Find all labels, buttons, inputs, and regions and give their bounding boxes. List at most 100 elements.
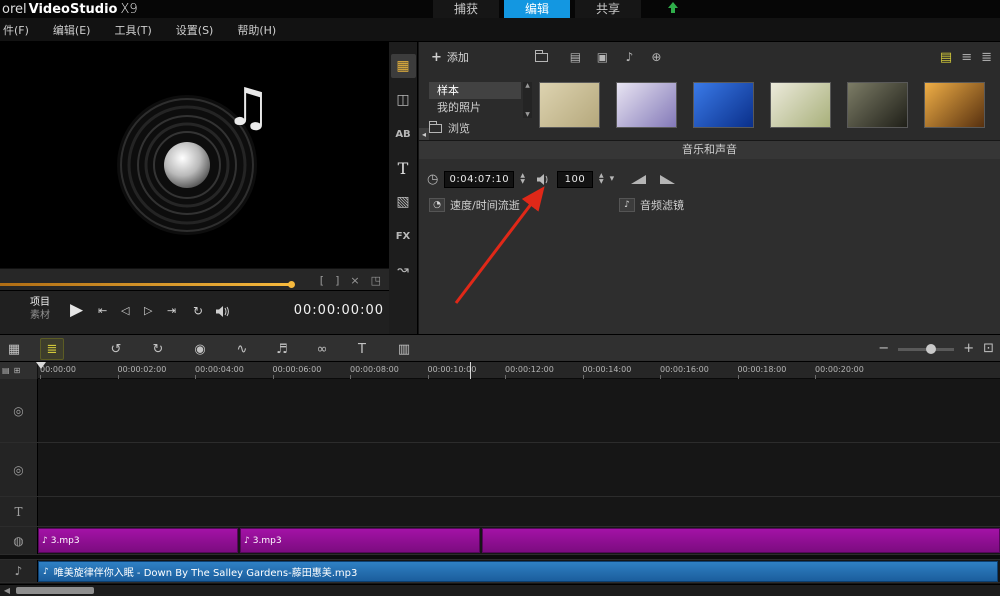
film-icon[interactable]: ▤ [2, 366, 10, 375]
filter-video-icon[interactable]: ▤ [562, 50, 589, 64]
next-frame-button[interactable]: ▷ [144, 304, 152, 317]
duration-spinner[interactable]: ▲▼ [520, 173, 525, 185]
motion-tracking-button[interactable]: ∞ [310, 338, 334, 360]
media-thumbnail-dandelion[interactable] [770, 82, 831, 128]
video-track-lane[interactable] [38, 379, 1000, 442]
record-capture-button[interactable]: ◉ [188, 338, 212, 360]
browse-button[interactable]: 浏览 [429, 120, 470, 136]
music-track-header[interactable]: ◍ [0, 527, 38, 554]
previous-frame-button[interactable]: ◁ [121, 304, 129, 317]
seek-handle[interactable] [288, 281, 295, 288]
timeline-hscrollbar[interactable]: ◀ [0, 584, 1000, 596]
overlay-track-header[interactable]: ◎ [0, 443, 38, 496]
title-track-lane[interactable] [38, 497, 1000, 526]
audition-dropdown-icon[interactable]: ▾ [610, 174, 615, 184]
preview-timecode[interactable]: 00:00:00:00 [294, 303, 384, 318]
filter-photo-icon[interactable]: ▣ [589, 50, 616, 64]
menu-edit[interactable]: 编辑(E) [53, 22, 91, 38]
music-track-lane[interactable]: ♪3.mp3♪3.mp3 [38, 527, 1000, 554]
overlay-track-lane[interactable] [38, 443, 1000, 496]
scroll-down-icon[interactable]: ▼ [525, 111, 530, 118]
tab-edit[interactable]: 编辑 [504, 0, 570, 18]
preview-viewport[interactable]: ♫ [0, 42, 389, 268]
fade-out-button[interactable] [659, 174, 676, 185]
media-thumbnail-dark-landscape[interactable] [847, 82, 908, 128]
auto-music-button[interactable]: ♬ [270, 338, 294, 360]
import-folder-icon[interactable] [535, 53, 548, 62]
repeat-button[interactable]: ↻ [193, 304, 203, 318]
menu-help[interactable]: 帮助(H) [237, 22, 276, 38]
zoom-in-button[interactable]: + [963, 343, 974, 355]
audio-track-header[interactable]: ♪ [0, 560, 38, 582]
tab-share[interactable]: 共享 [575, 0, 641, 18]
seek-bar[interactable] [0, 283, 290, 286]
audio-clip[interactable]: ♪ 唯美旋律伴你入眠 - Down By The Salley Gardens-… [38, 561, 998, 582]
speed-timelapse-button[interactable]: ◔ 速度/时间流逝 [429, 197, 520, 213]
title-track-header[interactable]: T [0, 497, 38, 526]
tool-instant-project-button[interactable]: ◫ [391, 88, 416, 112]
redo-button[interactable]: ↻ [146, 338, 170, 360]
timeline-view-button[interactable]: ≣ [40, 338, 64, 360]
add-media-button[interactable]: + 添加 [431, 49, 469, 65]
menu-tools[interactable]: 工具(T) [114, 22, 151, 38]
music-clip[interactable] [482, 528, 1000, 553]
clip-mode-button[interactable]: 素材 [30, 309, 50, 322]
menu-settings[interactable]: 设置(S) [176, 22, 214, 38]
scroll-up-icon[interactable]: ▲ [525, 82, 530, 89]
system-volume-icon[interactable] [216, 306, 230, 317]
media-thumbnail-purple-flowers[interactable] [616, 82, 677, 128]
volume-spinner[interactable]: ▲▼ [599, 173, 604, 185]
split-clip-button[interactable]: × [350, 274, 359, 287]
mark-out-button[interactable]: ] [335, 274, 339, 287]
library-category-samples[interactable]: 样本 [429, 82, 521, 99]
home-button[interactable]: ⇤ [98, 304, 107, 317]
media-thumbnail-blue-abstract[interactable] [693, 82, 754, 128]
library-menu-icon[interactable]: ≣ [981, 50, 992, 65]
media-thumbnail-sunset[interactable] [924, 82, 985, 128]
tool-media-library-button[interactable]: ▦ [391, 54, 416, 78]
thumbnail-view-icon[interactable]: ▤ [940, 50, 952, 65]
tool-filter-button[interactable]: FX [391, 224, 416, 248]
zoom-out-button[interactable]: − [878, 343, 889, 355]
tab-capture[interactable]: 捕获 [433, 0, 499, 18]
media-thumbnail-beige-texture[interactable] [539, 82, 600, 128]
audio-track-lane[interactable]: ♪ 唯美旋律伴你入眠 - Down By The Salley Gardens-… [38, 560, 1000, 582]
mark-in-button[interactable]: [ [320, 274, 324, 287]
tool-motion-path-button[interactable]: ↝ [391, 258, 416, 282]
sound-mixer-button[interactable]: ∿ [230, 338, 254, 360]
music-clip[interactable]: ♪3.mp3 [38, 528, 238, 553]
cloud-media-icon[interactable]: ⊕ [643, 50, 670, 64]
upload-arrow-icon[interactable] [666, 2, 680, 16]
fit-project-button[interactable]: ⊡ [983, 343, 994, 355]
scroll-left-icon[interactable]: ◀ [0, 585, 14, 596]
storyboard-view-button[interactable]: ▦ [2, 338, 26, 360]
undo-button[interactable]: ↺ [104, 338, 128, 360]
audio-filter-button[interactable]: ♪ 音频滤镜 [619, 197, 684, 213]
timeline-ruler[interactable]: ▤ ⊞ 00:00:0000:00:02:0000:00:04:0000:00:… [0, 362, 1000, 379]
duration-field[interactable]: 0:04:07:10 [444, 171, 514, 188]
end-button[interactable]: ⇥ [167, 304, 176, 317]
project-mode-button[interactable]: 项目 [30, 296, 50, 309]
play-button[interactable]: ▶ [70, 300, 83, 320]
list-view-icon[interactable]: ≡ [961, 50, 972, 65]
menu-file[interactable]: 件(F) [3, 22, 29, 38]
zoom-slider-handle[interactable] [926, 344, 936, 354]
library-list-scrollbar[interactable]: ▲ ▼ [523, 82, 532, 118]
playhead-handle[interactable] [36, 362, 46, 369]
tool-title-button[interactable]: T [391, 156, 416, 180]
volume-field[interactable]: 100 [557, 171, 593, 188]
enlarge-preview-button[interactable]: ◳ [371, 274, 381, 287]
speaker-graphic: ♫ [95, 67, 295, 243]
tool-graphic-button[interactable]: ▧ [391, 190, 416, 214]
zoom-slider[interactable] [898, 348, 954, 351]
library-category-my-photos[interactable]: 我的照片 [429, 99, 521, 116]
fade-in-button[interactable] [630, 174, 647, 185]
filter-audio-icon[interactable]: ♪ [616, 50, 643, 64]
grid-icon[interactable]: ⊞ [14, 366, 21, 375]
subtitle-editor-button[interactable]: T [350, 338, 374, 360]
track-manager-button[interactable]: ▥ [392, 338, 416, 360]
hscrollbar-thumb[interactable] [16, 587, 94, 594]
video-track-header[interactable]: ◎ [0, 379, 38, 442]
tool-transition-button[interactable]: AB [391, 122, 416, 146]
music-clip[interactable]: ♪3.mp3 [240, 528, 480, 553]
